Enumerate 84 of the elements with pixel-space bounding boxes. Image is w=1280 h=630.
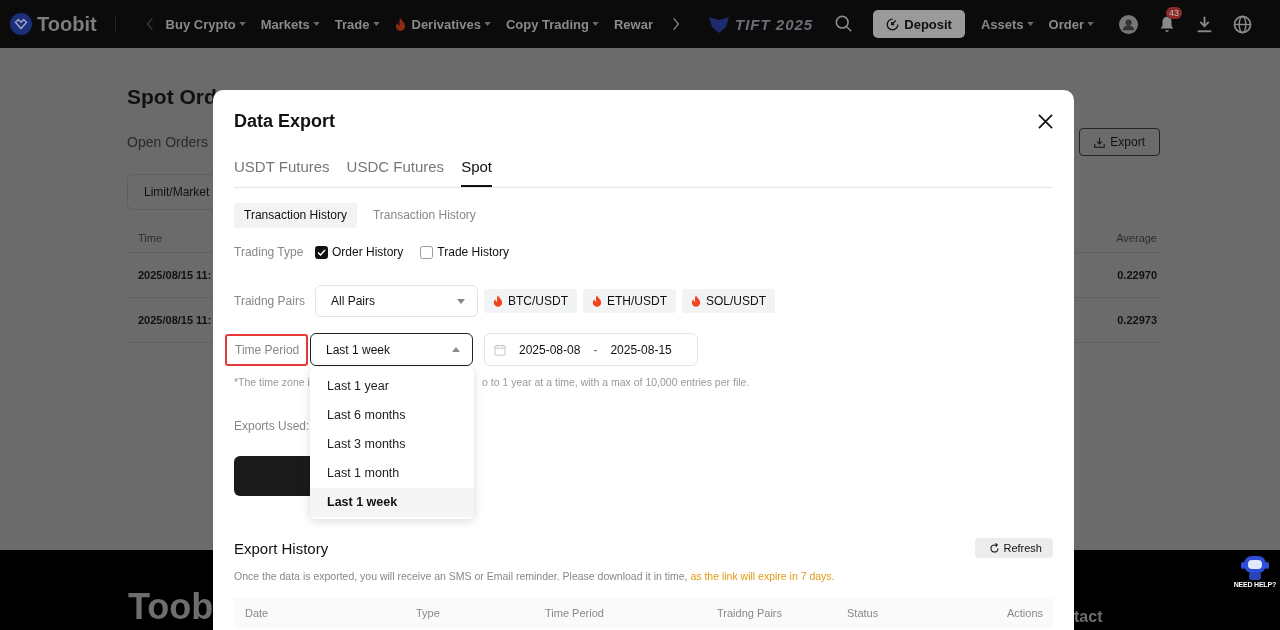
nav-menu-item[interactable]: Copy Trading [505, 16, 599, 32]
fire-icon [592, 295, 602, 307]
hint-text: *The time zone i [234, 375, 310, 390]
close-icon[interactable] [1038, 113, 1053, 129]
history-tab[interactable]: Transaction History [234, 203, 357, 228]
column-header: Traidng Pairs [717, 607, 783, 619]
pair-chip[interactable]: BTC/USDT [484, 289, 577, 313]
section-title: Export History [234, 539, 329, 557]
caret-icon [238, 22, 246, 26]
notification-badge: 43 [1166, 7, 1182, 19]
caret-icon [1087, 22, 1094, 26]
date-range-field[interactable]: 2025-08-08 - 2025-08-15 [484, 333, 698, 366]
market-tab[interactable]: USDC Futures [346, 154, 445, 187]
hint-text: o to 1 year at a time, with a max of 10,000 entries per file. [482, 375, 750, 390]
pairs-select[interactable]: All Pairs [315, 285, 478, 317]
nav-menu-item[interactable]: Trade [334, 16, 380, 32]
dropdown-option[interactable]: Last 1 year [310, 372, 474, 401]
table-cell: 2025/08/15 11: [138, 269, 212, 281]
footer-logo: Toob [128, 586, 214, 628]
caret-icon [452, 347, 460, 352]
event-logo[interactable]: TIFT 2025 [708, 15, 814, 33]
column-header: Date [245, 607, 270, 619]
field-label: Trading Type [234, 245, 305, 259]
nav-menu-item[interactable]: Order [1048, 16, 1094, 32]
avatar-icon[interactable] [1119, 14, 1138, 34]
pair-chip[interactable]: SOL/USDT [682, 289, 775, 313]
robot-icon[interactable] [1239, 553, 1270, 581]
dropdown-option[interactable]: Last 3 months [310, 430, 474, 459]
shield-icon [708, 15, 730, 33]
dialog-title: Data Export [234, 110, 336, 132]
chevron-right-icon[interactable] [672, 17, 680, 31]
export-icon [1094, 136, 1106, 148]
caret-icon [457, 298, 465, 304]
checkbox-label: Trade History [437, 245, 509, 259]
table-cell: 0.22970 [1117, 269, 1157, 281]
checkbox[interactable] [315, 245, 328, 259]
checkbox-label: Order History [332, 245, 404, 259]
globe-icon[interactable] [1233, 14, 1252, 34]
nav-menu-item[interactable]: Derivatives [394, 16, 491, 32]
deposit-icon [886, 17, 900, 31]
download-icon[interactable] [1196, 15, 1213, 33]
calendar-icon [494, 343, 506, 356]
nav-menu-item[interactable]: Markets [260, 16, 320, 32]
search-icon[interactable] [835, 15, 854, 33]
column-header: Average [1116, 232, 1157, 244]
period-select[interactable]: Last 1 week [310, 333, 473, 366]
refresh-button[interactable]: Refresh [975, 538, 1053, 558]
logo-icon[interactable] [10, 13, 32, 35]
caret-icon [483, 22, 491, 26]
caret-icon [372, 22, 380, 26]
event-logo-text: TIFT 2025 [735, 15, 814, 33]
column-header: Actions [1006, 607, 1043, 619]
nav-menu-item[interactable]: Rewar [613, 16, 653, 32]
column-header: Status [847, 607, 880, 619]
refresh-icon [989, 542, 1001, 554]
caret-icon [1026, 22, 1034, 26]
exports-used-label: Exports Used: [234, 419, 310, 433]
dropdown-option[interactable]: Last 1 week [310, 488, 474, 517]
bell-icon[interactable] [1158, 15, 1176, 33]
fire-icon [691, 295, 701, 307]
caret-icon [312, 22, 320, 26]
export-note: Once the data is exported, you will receive an SMS or Email reminder. Please download it in time, as the link will expire in 7 days. [234, 569, 836, 584]
caret-icon [591, 22, 599, 26]
export-button[interactable]: Export [1079, 128, 1160, 156]
table-cell: 2025/08/15 11: [138, 314, 212, 326]
field-label: Traidng Pairs [234, 294, 306, 308]
dropdown-option[interactable]: Last 6 months [310, 401, 474, 430]
column-header: Type [416, 607, 441, 619]
column-header: Time Period [545, 607, 605, 619]
column-header: Time [138, 232, 163, 244]
footer-heading: tact [1074, 608, 1103, 626]
fire-icon [394, 17, 406, 31]
table-cell: 0.22973 [1117, 314, 1157, 326]
dropdown-option[interactable]: Last 1 month [310, 459, 474, 488]
deposit-button[interactable]: Deposit [873, 10, 965, 38]
checkbox[interactable] [420, 245, 434, 259]
history-tab[interactable]: Transaction History [362, 203, 486, 228]
pair-chip[interactable]: ETH/USDT [583, 289, 676, 313]
fire-icon [493, 295, 503, 307]
logo-text[interactable]: Toobit [37, 12, 97, 36]
market-tab[interactable]: Spot [461, 154, 492, 187]
nav-menu-item[interactable]: Buy Crypto [165, 16, 246, 32]
field-label: Time Period [225, 333, 308, 366]
nav-menu-item[interactable]: Assets [980, 16, 1034, 32]
